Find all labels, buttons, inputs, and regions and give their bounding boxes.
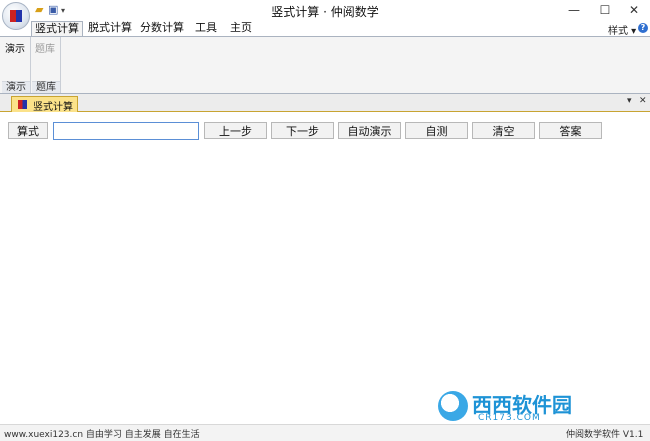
tab-vertical-calc[interactable]: 竖式计算 [31,21,83,37]
ribbon-panel: 演示 演示 题库 题库 [0,36,650,94]
previous-step-button[interactable]: 上一步 [204,122,267,139]
ribbon-group-label: 题库 [32,81,60,93]
question-bank-button[interactable]: 题库 [35,40,55,55]
window-title: 竖式计算 · 仲阅数学 [271,5,379,19]
clear-button[interactable]: 清空 [472,122,535,139]
main-content: 算式 上一步 下一步 自动演示 自测 清空 答案 [0,112,650,424]
tab-close-icon[interactable]: ✕ [639,96,647,106]
ribbon-group-demo: 演示 演示 [2,37,31,93]
document-tab-strip: 竖式计算 ▾ ✕ [0,94,650,113]
answer-button[interactable]: 答案 [539,122,602,139]
minimize-button[interactable]: — [560,0,588,20]
demo-button[interactable]: 演示 [5,40,25,55]
close-button[interactable]: ✕ [620,0,648,20]
document-tab-vertical-calc[interactable]: 竖式计算 [11,96,78,113]
watermark-logo-icon [438,391,468,421]
ribbon-group-label: 演示 [2,81,30,93]
auto-demo-button[interactable]: 自动演示 [338,122,401,139]
expression-input[interactable] [53,122,199,140]
app-menu-button[interactable] [2,2,30,30]
status-website-text: www.xuexi123.cn 自由学习 自主发展 自在生活 [4,430,200,440]
status-bar: www.xuexi123.cn 自由学习 自主发展 自在生活 仲阅数学软件 V1… [0,424,650,441]
document-icon [18,100,27,109]
watermark-subtext: CR173.COM [478,413,541,423]
tab-step-calc[interactable]: 脱式计算 [87,21,133,35]
help-icon[interactable]: ? [638,23,648,33]
watermark: 西西软件园 CR173.COM [438,389,628,425]
self-test-button[interactable]: 自测 [405,122,468,139]
style-menu[interactable]: 样式 ▾ [608,22,636,37]
app-logo-icon [10,10,22,22]
tab-tools[interactable]: 工具 [192,21,220,35]
tab-list-dropdown-icon[interactable]: ▾ [627,96,632,106]
maximize-button[interactable]: ☐ [591,0,619,20]
expression-button[interactable]: 算式 [8,122,48,139]
ribbon-group-question-bank: 题库 题库 [32,37,61,93]
document-tab-label: 竖式计算 [33,102,73,113]
title-bar: ▰ ▣ ▾ 竖式计算 · 仲阅数学 — ☐ ✕ [0,0,650,22]
status-version-text: 仲阅数学软件 V1.1 [566,430,644,440]
next-step-button[interactable]: 下一步 [271,122,334,139]
tab-home[interactable]: 主页 [227,21,255,35]
ribbon-tab-row: 竖式计算 脱式计算 分数计算 工具 主页 样式 ▾ ? [0,21,650,37]
tab-fraction-calc[interactable]: 分数计算 [139,21,185,35]
